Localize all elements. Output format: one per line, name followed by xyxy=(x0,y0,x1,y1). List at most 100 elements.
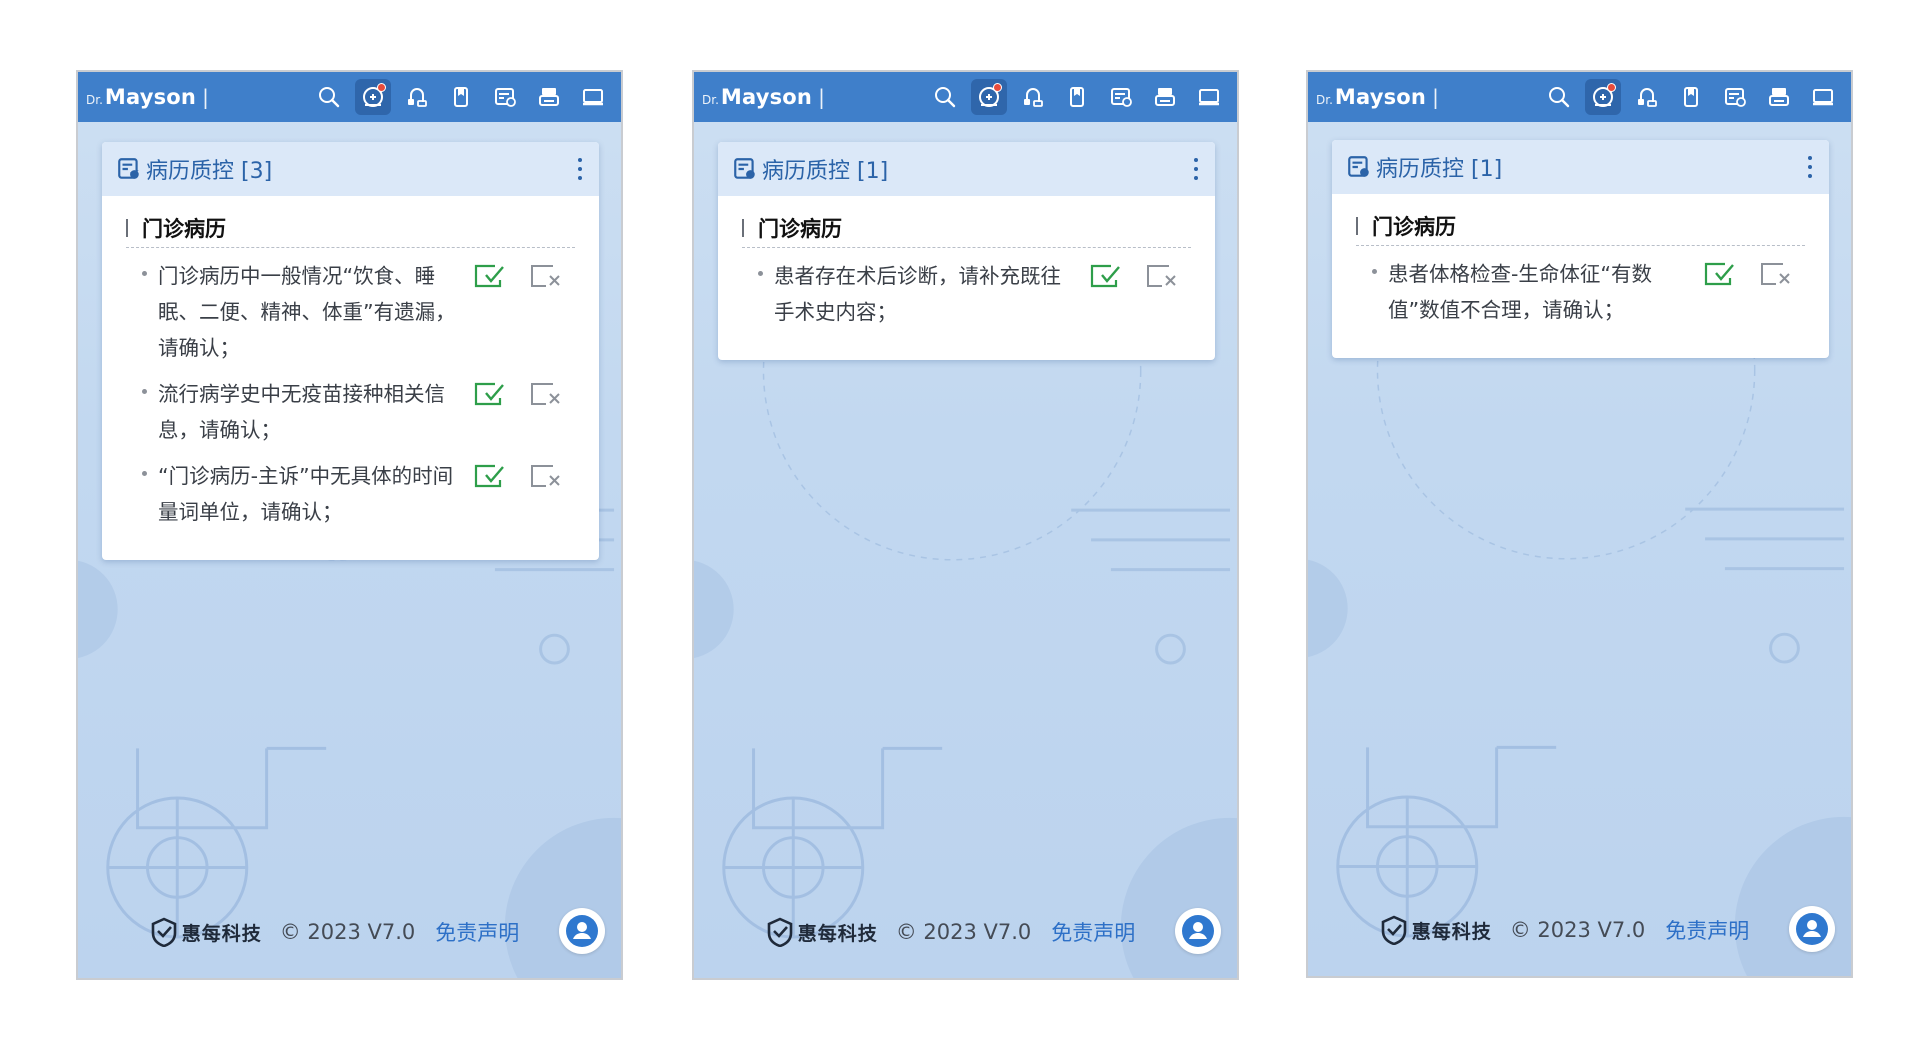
monitor-button[interactable] xyxy=(575,79,611,115)
search-button[interactable] xyxy=(1541,79,1577,115)
doctor-alert-button[interactable] xyxy=(1585,79,1621,115)
dismiss-button[interactable] xyxy=(1144,261,1180,291)
confirm-button[interactable] xyxy=(472,261,508,291)
printer-icon xyxy=(1155,88,1175,106)
app-header: Dr. Mayson | xyxy=(694,72,1237,122)
document-button[interactable] xyxy=(1059,79,1095,115)
confirm-check-icon xyxy=(474,382,504,406)
printer-button[interactable] xyxy=(531,79,567,115)
disclaimer-link[interactable]: 免责声明 xyxy=(435,917,519,947)
disclaimer-link[interactable]: 免责声明 xyxy=(1665,915,1749,945)
search-button[interactable] xyxy=(311,79,347,115)
card-check-button[interactable] xyxy=(1717,79,1753,115)
dismiss-x-icon xyxy=(531,383,560,405)
qc-item-actions xyxy=(472,261,564,291)
doctor-alert-button[interactable] xyxy=(355,79,391,115)
record-qc-icon xyxy=(118,158,139,179)
monitor-button[interactable] xyxy=(1805,79,1841,115)
more-menu-button[interactable] xyxy=(575,156,585,182)
disclaimer-link[interactable]: 免责声明 xyxy=(1051,917,1135,947)
brand-logo: Dr. Mayson | xyxy=(702,85,825,109)
confirm-check-icon xyxy=(474,464,504,488)
consult-icon xyxy=(1638,88,1657,107)
kebab-dot xyxy=(1194,167,1198,171)
copyright: © 2023 V7.0 xyxy=(279,920,416,944)
dismiss-button[interactable] xyxy=(1758,259,1794,289)
user-avatar-button[interactable] xyxy=(559,908,605,954)
confirm-button[interactable] xyxy=(1088,261,1124,291)
dismiss-x-icon xyxy=(1761,263,1790,285)
dismiss-button[interactable] xyxy=(528,461,564,491)
consult-button[interactable] xyxy=(399,79,435,115)
bullet xyxy=(142,471,147,476)
bullet xyxy=(142,389,147,394)
qc-item-text: 患者体格检查-生命体征“有数值”数值不合理，请确认； xyxy=(1388,262,1653,322)
doctor-alert-button[interactable] xyxy=(971,79,1007,115)
section-header: 门诊病历 xyxy=(1356,206,1805,246)
section-title: 门诊病历 xyxy=(758,216,842,241)
bullet xyxy=(142,271,147,276)
more-menu-button[interactable] xyxy=(1805,154,1815,180)
more-menu-button[interactable] xyxy=(1191,156,1201,182)
monitor-button[interactable] xyxy=(1191,79,1227,115)
card-check-icon xyxy=(1725,88,1746,107)
section-title: 门诊病历 xyxy=(1372,214,1456,239)
user-avatar-button[interactable] xyxy=(1175,908,1221,954)
consult-button[interactable] xyxy=(1629,79,1665,115)
consult-button[interactable] xyxy=(1015,79,1051,115)
document-icon xyxy=(1070,87,1084,107)
logo-text: 惠每科技 xyxy=(181,922,262,945)
consult-icon xyxy=(408,88,427,107)
user-avatar-button[interactable] xyxy=(1789,906,1835,952)
app-footer: 惠每科技 © 2023 V7.0 免责声明 xyxy=(1308,906,1851,952)
qc-item-list: 患者存在术后诊断，请补充既往手术史内容； xyxy=(742,248,1191,330)
confirm-check-icon xyxy=(474,264,504,288)
brand-prefix: Dr. xyxy=(86,93,103,107)
card-check-button[interactable] xyxy=(1103,79,1139,115)
assistant-panel-3: Dr. Mayson | 病历质控 [1] 门诊病历 患者体格检查-生命体征“有… xyxy=(1306,70,1853,978)
brand-logo: Dr. Mayson | xyxy=(1316,85,1439,109)
card-check-icon xyxy=(495,88,516,107)
card-body: 门诊病历 患者体格检查-生命体征“有数值”数值不合理，请确认； xyxy=(1332,194,1829,358)
notification-dot xyxy=(1607,83,1616,92)
qc-item-text: 门诊病历中一般情况“饮食、睡眠、二便、精神、体重”有遗漏，请确认； xyxy=(158,264,456,360)
copyright: © 2023 V7.0 xyxy=(1509,918,1646,942)
confirm-button[interactable] xyxy=(472,461,508,491)
confirm-button[interactable] xyxy=(472,379,508,409)
shield-logo-icon xyxy=(151,917,177,947)
brand-prefix: Dr. xyxy=(702,93,719,107)
monitor-icon xyxy=(1813,89,1833,106)
printer-button[interactable] xyxy=(1761,79,1797,115)
kebab-dot xyxy=(1808,156,1812,160)
document-icon xyxy=(1684,87,1698,107)
card-header: 病历质控 [1] xyxy=(718,142,1215,196)
document-button[interactable] xyxy=(443,79,479,115)
brand-separator: | xyxy=(818,85,825,109)
qc-item: 患者存在术后诊断，请补充既往手术史内容； xyxy=(742,258,1191,330)
confirm-check-icon xyxy=(1704,262,1734,286)
qc-item: 门诊病历中一般情况“饮食、睡眠、二便、精神、体重”有遗漏，请确认； xyxy=(126,258,575,366)
brand-separator: | xyxy=(202,85,209,109)
copyright: © 2023 V7.0 xyxy=(895,920,1032,944)
card-check-button[interactable] xyxy=(487,79,523,115)
printer-button[interactable] xyxy=(1147,79,1183,115)
toolbar xyxy=(927,72,1227,122)
card-title: 病历质控 [3] xyxy=(146,159,273,184)
section-bar xyxy=(126,218,128,237)
document-button[interactable] xyxy=(1673,79,1709,115)
monitor-icon xyxy=(1199,89,1219,106)
card-header: 病历质控 [1] xyxy=(1332,140,1829,194)
search-button[interactable] xyxy=(927,79,963,115)
card-header: 病历质控 [3] xyxy=(102,142,599,196)
dismiss-button[interactable] xyxy=(528,261,564,291)
app-footer: 惠每科技 © 2023 V7.0 免责声明 xyxy=(78,908,621,954)
logo-text: 惠每科技 xyxy=(797,922,878,945)
printer-icon xyxy=(539,88,559,106)
dismiss-button[interactable] xyxy=(528,379,564,409)
company-logo: 惠每科技 xyxy=(766,917,878,947)
confirm-button[interactable] xyxy=(1702,259,1738,289)
kebab-dot xyxy=(578,158,582,162)
printer-icon xyxy=(1769,88,1789,106)
section-title: 门诊病历 xyxy=(142,216,226,241)
qc-item-actions xyxy=(472,379,564,409)
